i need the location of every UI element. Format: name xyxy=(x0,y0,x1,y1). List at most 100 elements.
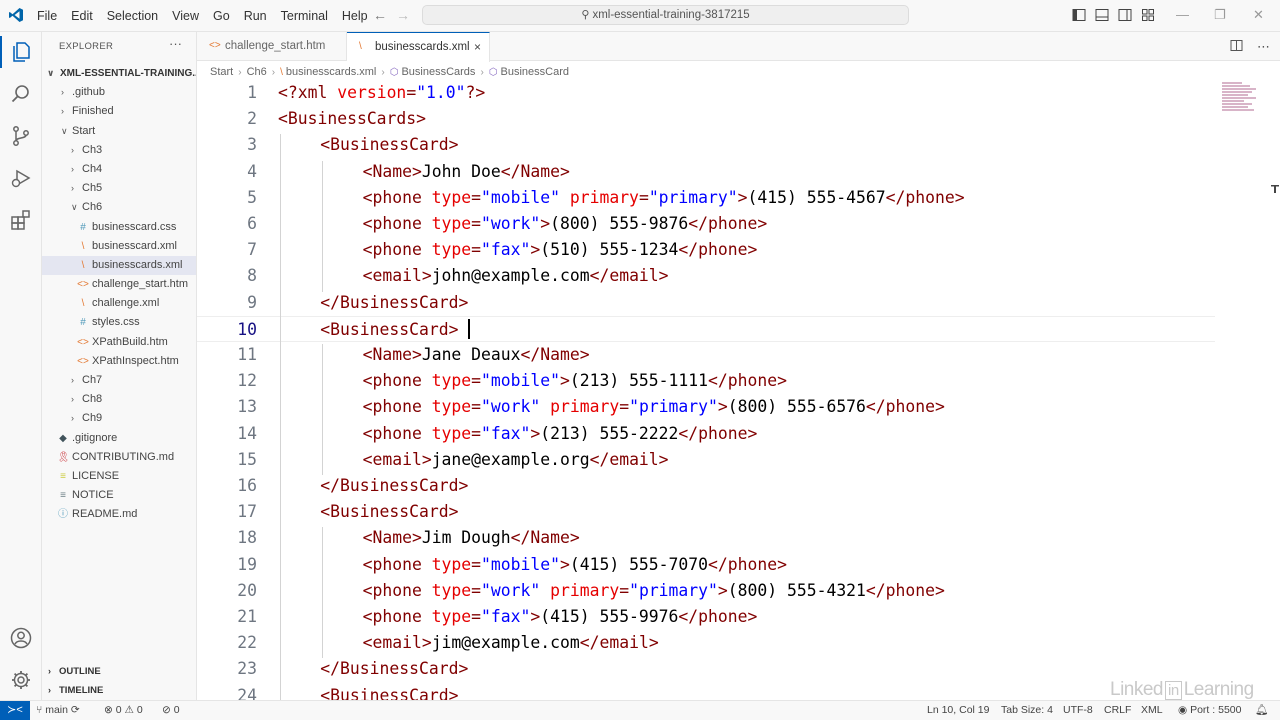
toggle-primary-sidebar-icon[interactable] xyxy=(1072,8,1086,22)
toggle-panel-icon[interactable] xyxy=(1095,8,1109,22)
code-editor[interactable]: 1 <?xml version="1.0"?> 2 <BusinessCards> 3 <… xyxy=(197,82,1280,700)
timeline-section[interactable]: › TIMELINE xyxy=(42,681,196,700)
tab-size[interactable]: Tab Size: 4 xyxy=(1001,701,1053,720)
code-line[interactable]: 7 <phone type="fax">(510) 555-1234</phone… xyxy=(197,237,1215,263)
file-item[interactable]: \ businesscards.xml xyxy=(42,255,196,276)
menu-view[interactable]: View xyxy=(172,9,199,23)
code-line[interactable]: 19 <phone type="mobile">(415) 555-7070</p… xyxy=(197,552,1215,578)
folder-item[interactable]: › Finished xyxy=(42,102,196,121)
code-line[interactable]: 10 <BusinessCard> xyxy=(197,315,1215,342)
file-item[interactable]: # businesscard.css xyxy=(42,218,196,237)
tab-challenge-start[interactable]: <> challenge_start.htm xyxy=(197,32,347,61)
breadcrumb-item[interactable]: Ch6 xyxy=(247,66,267,78)
folder-item[interactable]: › Ch4 xyxy=(42,160,196,179)
forward-arrow-icon[interactable]: → xyxy=(396,7,410,23)
more-actions-icon[interactable]: ··· xyxy=(169,36,182,51)
remote-indicator-icon[interactable]: ≻< xyxy=(0,701,30,720)
explorer-icon[interactable] xyxy=(0,36,33,68)
source-control-icon[interactable] xyxy=(9,124,33,148)
folder-item[interactable]: ∨ Ch6 xyxy=(42,198,196,217)
menu-go[interactable]: Go xyxy=(213,9,230,23)
folder-item[interactable]: › .github xyxy=(42,83,196,102)
cursor-position[interactable]: Ln 10, Col 19 xyxy=(927,701,989,720)
code-line[interactable]: 15 <email>jane@example.org</email> xyxy=(197,447,1215,473)
file-item[interactable]: <> challenge_start.htm xyxy=(42,275,196,294)
code-line[interactable]: 6 <phone type="work">(800) 555-9876</phon… xyxy=(197,211,1215,237)
menu-selection[interactable]: Selection xyxy=(107,9,158,23)
customize-layout-icon[interactable] xyxy=(1141,8,1155,22)
code-line[interactable]: 16 </BusinessCard> xyxy=(197,473,1215,499)
code-line[interactable]: 14 <phone type="fax">(213) 555-2222</phon… xyxy=(197,421,1215,447)
file-item[interactable]: 🎗︎ CONTRIBUTING.md xyxy=(42,448,196,467)
code-line[interactable]: 13 <phone type="work" primary="primary">(… xyxy=(197,394,1215,420)
menu-file[interactable]: File xyxy=(37,9,57,23)
encoding[interactable]: UTF-8 xyxy=(1063,701,1093,720)
code-line[interactable]: 1 <?xml version="1.0"?> xyxy=(197,82,1215,106)
split-editor-icon[interactable] xyxy=(1230,39,1243,55)
live-server-port[interactable]: ◉ Port : 5500 xyxy=(1178,701,1241,720)
file-item[interactable]: ⓘ README.md xyxy=(42,505,196,524)
branch-indicator[interactable]: ⑂ main ⟳ xyxy=(36,701,80,720)
outline-section[interactable]: › OUTLINE xyxy=(42,662,196,681)
run-debug-icon[interactable] xyxy=(9,166,33,190)
file-item[interactable]: # styles.css xyxy=(42,313,196,332)
code-line[interactable]: 3 <BusinessCard> xyxy=(197,132,1215,158)
file-item[interactable]: <> XPathBuild.htm xyxy=(42,333,196,352)
code-line[interactable]: 11 <Name>Jane Deaux</Name> xyxy=(197,342,1215,368)
breadcrumb-item[interactable]: BusinessCards xyxy=(401,66,475,78)
folder-item[interactable]: › Ch3 xyxy=(42,141,196,160)
code-line[interactable]: 23 </BusinessCard> xyxy=(197,656,1215,682)
folder-item[interactable]: ∨ Start xyxy=(42,122,196,141)
toggle-secondary-sidebar-icon[interactable] xyxy=(1118,8,1132,22)
file-item[interactable]: ≡ NOTICE xyxy=(42,486,196,505)
file-item[interactable]: ≡ LICENSE xyxy=(42,467,196,486)
folder-item[interactable]: › Ch8 xyxy=(42,390,196,409)
code-line[interactable]: 2 <BusinessCards> xyxy=(197,106,1215,132)
code-line[interactable]: 8 <email>john@example.com</email> xyxy=(197,263,1215,289)
minimap[interactable] xyxy=(1222,82,1262,122)
code-line[interactable]: 18 <Name>Jim Dough</Name> xyxy=(197,525,1215,551)
menu-help[interactable]: Help xyxy=(342,9,368,23)
breadcrumb-item[interactable]: BusinessCard xyxy=(501,66,569,78)
search-icon[interactable] xyxy=(9,82,33,106)
language-mode[interactable]: XML xyxy=(1141,701,1163,720)
menu-run[interactable]: Run xyxy=(244,9,267,23)
file-item[interactable]: <> XPathInspect.htm xyxy=(42,352,196,371)
code-line[interactable]: 4 <Name>John Doe</Name> xyxy=(197,159,1215,185)
code-line[interactable]: 22 <email>jim@example.com</email> xyxy=(197,630,1215,656)
restore-window-icon[interactable]: ❐ xyxy=(1214,7,1226,23)
end-of-line[interactable]: CRLF xyxy=(1104,701,1131,720)
file-item[interactable]: \ challenge.xml xyxy=(42,294,196,313)
tab-businesscards-xml[interactable]: \ businesscards.xml × xyxy=(347,32,490,62)
code-line[interactable]: 24 <BusinessCard> xyxy=(197,683,1215,700)
back-arrow-icon[interactable]: ← xyxy=(373,7,387,23)
extensions-icon[interactable] xyxy=(9,208,33,232)
minimize-window-icon[interactable]: — xyxy=(1176,7,1189,22)
close-window-icon[interactable]: ✕ xyxy=(1253,7,1264,23)
menu-edit[interactable]: Edit xyxy=(71,9,93,23)
folder-item[interactable]: › Ch5 xyxy=(42,179,196,198)
command-center-search[interactable]: ⚲ xml-essential-training-3817215 xyxy=(422,5,909,25)
folder-item[interactable]: › Ch9 xyxy=(42,409,196,428)
notifications-bell-icon[interactable]: 🔔︎ xyxy=(1255,701,1268,720)
code-line[interactable]: 9 </BusinessCard> xyxy=(197,290,1215,316)
problems-indicator[interactable]: ⊗ 0 ⚠ 0 xyxy=(104,701,143,720)
breadcrumb-item[interactable]: Start xyxy=(210,66,233,78)
file-item[interactable]: ◆ .gitignore xyxy=(42,429,196,448)
code-line[interactable]: 12 <phone type="mobile">(213) 555-1111</p… xyxy=(197,368,1215,394)
code-line[interactable]: 21 <phone type="fax">(415) 555-9976</phon… xyxy=(197,604,1215,630)
code-line[interactable]: 5 <phone type="mobile" primary="primary">… xyxy=(197,185,1215,211)
ports-indicator[interactable]: ⊘ 0 xyxy=(162,701,180,720)
settings-gear-icon[interactable] xyxy=(9,668,33,692)
workspace-root[interactable]: ∨ XML-ESSENTIAL-TRAINING... xyxy=(42,64,196,83)
more-actions-icon[interactable]: ⋯ xyxy=(1257,39,1270,55)
scrollbar-marker[interactable] xyxy=(1270,183,1280,193)
code-line[interactable]: 20 <phone type="work" primary="primary">(… xyxy=(197,578,1215,604)
accounts-icon[interactable] xyxy=(9,626,33,650)
menu-terminal[interactable]: Terminal xyxy=(281,9,328,23)
folder-item[interactable]: › Ch7 xyxy=(42,371,196,390)
file-item[interactable]: \ businesscard.xml xyxy=(42,237,196,256)
close-tab-icon[interactable]: × xyxy=(474,33,481,61)
code-line[interactable]: 17 <BusinessCard> xyxy=(197,499,1215,525)
breadcrumb-item[interactable]: businesscards.xml xyxy=(286,66,376,78)
